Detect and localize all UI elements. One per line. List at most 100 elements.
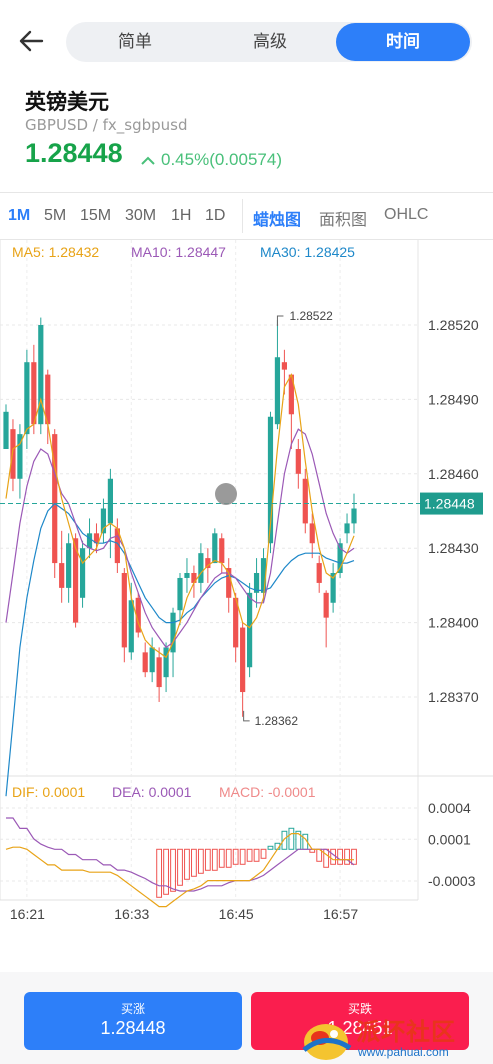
tab-simple[interactable]: 简单 xyxy=(66,22,204,62)
macd-bar xyxy=(197,848,204,874)
candle-body xyxy=(24,362,30,435)
mode-segmented-control: 简单 高级 时间 xyxy=(66,22,472,62)
candle-body xyxy=(344,523,350,534)
timeframe-1m[interactable]: 1M xyxy=(8,207,30,225)
candle-body xyxy=(142,652,148,673)
macd-bar xyxy=(177,848,183,886)
candle-body xyxy=(198,553,204,583)
macd-bar xyxy=(246,848,253,862)
candle-body xyxy=(274,357,281,425)
macd-bar xyxy=(267,845,274,850)
macd-label: MACD: -0.0001 xyxy=(219,784,316,800)
macd-bar xyxy=(204,848,211,871)
candle-body xyxy=(191,573,197,583)
ma5-label: MA5: 1.28432 xyxy=(12,244,100,260)
chart-type-area[interactable]: 面积图 xyxy=(319,206,367,230)
current-price-tag-label: 1.28448 xyxy=(424,496,475,512)
time-tick-label: 16:45 xyxy=(219,906,254,922)
candle-body xyxy=(177,577,183,611)
time-tick-label: 16:21 xyxy=(10,906,45,922)
candle-body xyxy=(295,449,301,474)
price-tick-label: 1.28370 xyxy=(428,689,479,705)
time-tick-label: 16:33 xyxy=(114,906,149,922)
up-arrow-icon xyxy=(141,156,155,165)
min-price-label: 1.28362 xyxy=(255,714,299,728)
chart-toolbar: 1M 5M 15M 30M 1H 1D 蜡烛图 面积图 OHLC xyxy=(0,192,493,240)
watermark-url: www.pahuai.com xyxy=(358,1045,449,1059)
macd-bar xyxy=(239,848,246,865)
candlestick-chart[interactable]: 1.28520 1.28490 1.28460 1.28430 1.28400 1.283… xyxy=(0,240,493,930)
candle-body xyxy=(38,325,44,425)
ma30-line xyxy=(5,502,355,797)
macd-bar xyxy=(191,848,197,877)
candle-body xyxy=(121,573,127,648)
back-arrow-icon xyxy=(19,30,44,52)
macd-bar xyxy=(253,848,260,862)
dea-line xyxy=(6,817,355,892)
candle-body xyxy=(156,657,162,688)
candle-body xyxy=(66,543,72,588)
timeframe-1d[interactable]: 1D xyxy=(205,207,225,225)
max-price-label: 1.28522 xyxy=(289,309,333,323)
macd-bar xyxy=(211,848,218,871)
candle-body xyxy=(281,362,287,370)
chart-type-candlestick[interactable]: 蜡烛图 xyxy=(253,206,301,230)
timeframe-5m[interactable]: 5M xyxy=(44,207,66,225)
tab-advanced[interactable]: 高级 xyxy=(202,22,338,62)
macd-bar xyxy=(184,848,190,880)
macd-bar xyxy=(260,848,267,859)
price-tick-label: 1.28430 xyxy=(428,540,479,556)
buy-price: 1.28448 xyxy=(100,1018,166,1038)
crosshair-handle[interactable] xyxy=(215,483,237,505)
macd-bar xyxy=(344,848,350,865)
macd-bar xyxy=(170,848,176,892)
price-tick-label: 1.28460 xyxy=(428,466,479,482)
candle-body xyxy=(128,600,134,653)
candle-body xyxy=(309,523,315,544)
macd-bar xyxy=(281,830,288,850)
candle-body xyxy=(163,647,169,678)
back-button[interactable] xyxy=(12,24,52,58)
macd-tick-label: 0.0004 xyxy=(428,800,471,816)
macd-bar xyxy=(156,848,163,898)
candle-body xyxy=(10,429,16,479)
ma30-label: MA30: 1.28425 xyxy=(260,244,355,260)
candle-body xyxy=(59,563,65,588)
timeframe-15m[interactable]: 15M xyxy=(80,207,111,225)
macd-bar xyxy=(218,848,225,868)
price-tick-label: 1.28520 xyxy=(428,317,479,333)
macd-bar xyxy=(351,848,357,865)
macd-bar xyxy=(337,848,343,865)
macd-tick-label: 0.0001 xyxy=(428,831,471,847)
candle-body xyxy=(149,647,155,673)
candle-body xyxy=(79,548,86,598)
price-change: 0.45%(0.00574) xyxy=(161,150,282,169)
price-tick-label: 1.28400 xyxy=(428,615,479,631)
watermark-logo-icon xyxy=(302,1024,352,1060)
tab-time[interactable]: 时间 xyxy=(336,23,470,61)
dea-label: DEA: 0.0001 xyxy=(112,784,192,800)
candle-body xyxy=(316,563,322,583)
timeframe-1h[interactable]: 1H xyxy=(171,207,191,225)
watermark-text: 派坏社区 xyxy=(356,1018,456,1046)
timeframe-30m[interactable]: 30M xyxy=(125,207,156,225)
macd-bar xyxy=(163,848,169,895)
dif-label: DIF: 0.0001 xyxy=(12,784,86,800)
min-marker xyxy=(243,710,250,722)
buy-up-button[interactable]: 买涨 1.28448 xyxy=(24,992,242,1050)
candle-body xyxy=(184,573,190,578)
candle-body xyxy=(302,478,308,524)
ma10-label: MA10: 1.28447 xyxy=(131,244,226,260)
candle-body xyxy=(107,478,113,524)
candle-body xyxy=(3,411,9,449)
price-tick-label: 1.28490 xyxy=(428,391,479,407)
current-price: 1.28448 xyxy=(25,138,123,168)
candle-body xyxy=(86,533,93,549)
candle-body xyxy=(219,538,225,564)
watermark: 派坏社区 www.pahuai.com xyxy=(296,1012,493,1064)
macd-bar xyxy=(330,848,337,865)
macd-bar xyxy=(225,848,232,868)
buy-label: 买涨 xyxy=(120,1002,145,1016)
chart-type-ohlc[interactable]: OHLC xyxy=(384,206,428,224)
candle-body xyxy=(323,592,329,618)
